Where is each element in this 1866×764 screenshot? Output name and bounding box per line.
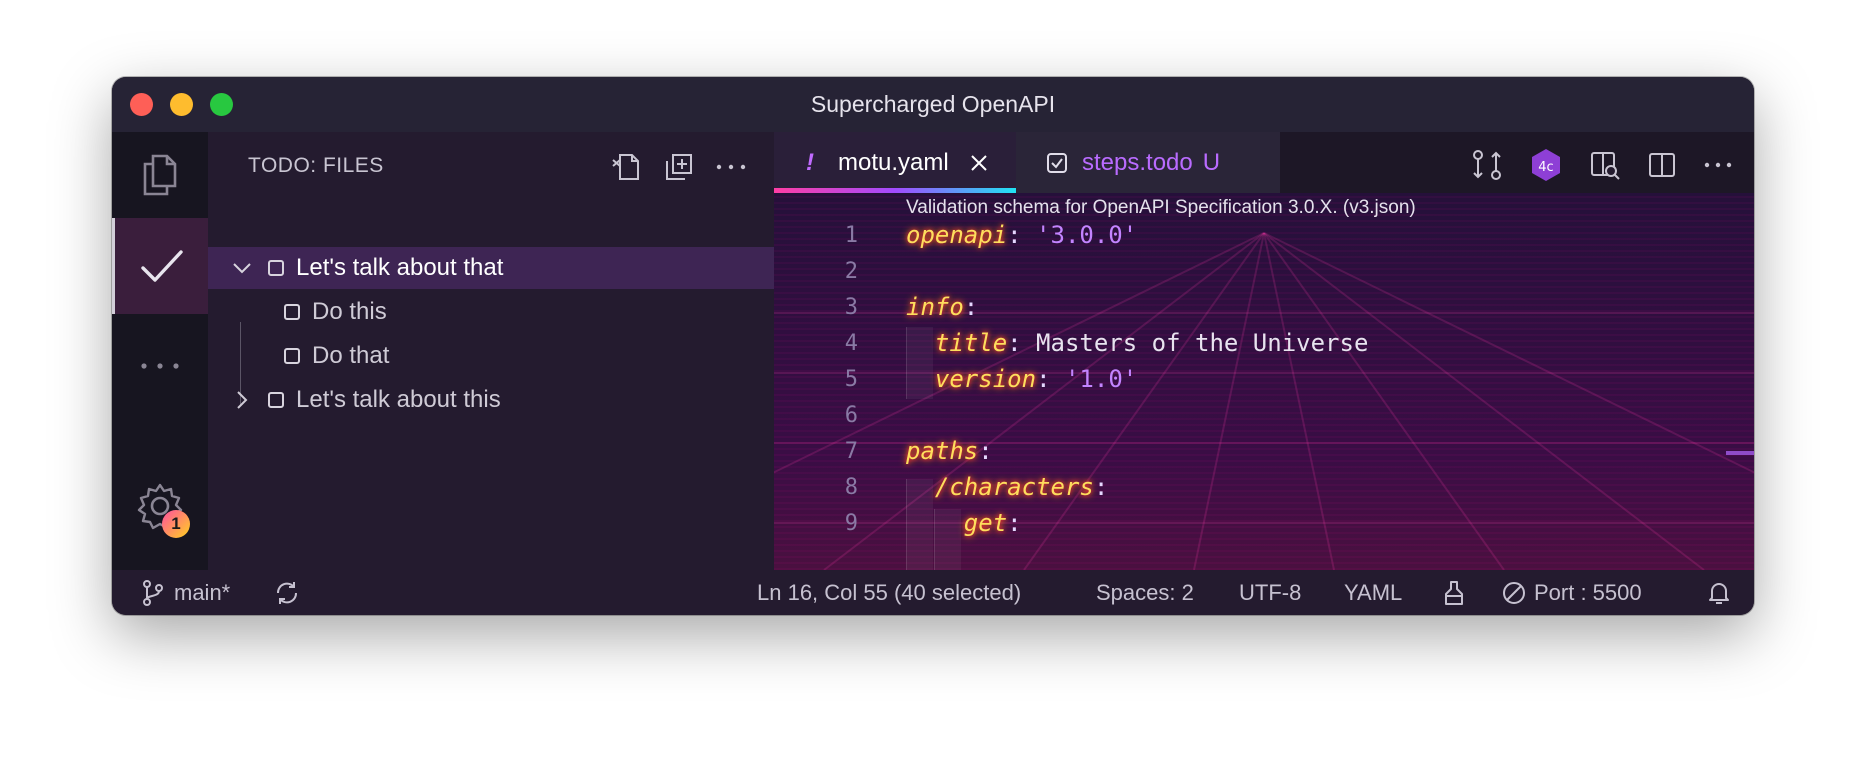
svg-text:4c: 4c xyxy=(1538,160,1553,175)
tab-steps-todo[interactable]: steps.todo U xyxy=(1016,132,1280,193)
notifications-button[interactable] xyxy=(1708,570,1730,615)
collapse-icon[interactable] xyxy=(664,152,694,182)
tree-item[interactable]: Let's talk about this xyxy=(208,379,774,421)
status-bar: main* Ln 16, Col 55 (40 selected) Spaces… xyxy=(112,570,1754,615)
tree-item-label: Let's talk about that xyxy=(296,254,504,281)
explorer-icon xyxy=(143,154,177,196)
code-editor[interactable]: Validation schema for OpenAPI Specificat… xyxy=(774,193,1754,570)
check-icon xyxy=(140,250,183,282)
line-number: 2 xyxy=(844,258,858,284)
app-window: Supercharged OpenAPI 1 TODO: FILES Let's… xyxy=(112,77,1754,615)
line-number: 1 xyxy=(844,222,858,248)
more-icon xyxy=(141,363,179,369)
sidebar-title: TODO: FILES xyxy=(248,154,384,177)
explorer-button[interactable] xyxy=(112,132,208,218)
tab-label: motu.yaml xyxy=(838,148,949,176)
checkbox[interactable] xyxy=(268,260,284,276)
bell-icon xyxy=(1709,582,1729,604)
format-button[interactable] xyxy=(1442,570,1466,615)
editor-area: ! motu.yaml steps.todo U 4c Validation s… xyxy=(774,132,1754,570)
sidebar-actions xyxy=(610,152,746,182)
line-number: 8 xyxy=(844,474,858,500)
sync-icon xyxy=(276,581,298,604)
todo-view-button[interactable] xyxy=(112,218,208,314)
line-number: 9 xyxy=(844,510,858,536)
code-line: 4 title: Masters of the Universe xyxy=(774,325,1369,361)
minimize-window-button[interactable] xyxy=(170,93,193,116)
line-number: 4 xyxy=(844,330,858,356)
tab-bar: ! motu.yaml steps.todo U 4c xyxy=(774,132,1754,193)
split-editor-icon[interactable] xyxy=(1648,151,1676,179)
tree-item-label: Do this xyxy=(312,298,387,325)
no-port-icon xyxy=(1503,581,1525,604)
more-views-button[interactable] xyxy=(112,336,208,396)
live-server-status[interactable]: Port : 5500 xyxy=(1502,570,1642,615)
tree-item-label: Let's talk about this xyxy=(296,386,501,413)
line-content: get: xyxy=(963,509,1022,537)
line-content: info: xyxy=(906,293,979,321)
checkbox[interactable] xyxy=(284,304,300,320)
tab-label: steps.todo xyxy=(1082,148,1193,176)
cursor-position[interactable]: Ln 16, Col 55 (40 selected) xyxy=(757,570,1021,615)
code-line: 6 xyxy=(774,397,858,433)
language-mode[interactable]: YAML xyxy=(1344,570,1402,615)
branch-status[interactable]: main* xyxy=(142,570,230,615)
tree-item-label: Do that xyxy=(312,342,390,369)
tab-motu-yaml[interactable]: ! motu.yaml xyxy=(774,132,1016,193)
tree-item[interactable]: Let's talk about that xyxy=(208,247,774,289)
port-label: Port : 5500 xyxy=(1534,579,1642,605)
code-line: 5 version: '1.0' xyxy=(774,361,1137,397)
line-number: 5 xyxy=(844,366,858,392)
chevron-down-icon xyxy=(233,263,251,274)
line-content: paths: xyxy=(906,437,993,465)
branch-name: main* xyxy=(174,579,231,605)
encoding-status[interactable]: UTF-8 xyxy=(1239,570,1301,615)
new-file-icon[interactable] xyxy=(610,152,642,182)
close-window-button[interactable] xyxy=(130,93,153,116)
sidebar-header: TODO: FILES xyxy=(208,132,774,202)
title-bar: Supercharged OpenAPI xyxy=(112,77,1754,132)
more-actions-icon[interactable] xyxy=(1704,161,1732,169)
indentation-status[interactable]: Spaces: 2 xyxy=(1096,570,1194,615)
settings-badge: 1 xyxy=(162,510,190,538)
tab-warning-marker: ! xyxy=(806,148,814,176)
ellipsis-icon[interactable] xyxy=(716,163,746,171)
format-icon xyxy=(1445,580,1463,605)
close-icon[interactable] xyxy=(969,153,989,173)
compare-icon[interactable] xyxy=(1472,149,1502,181)
code-line: 8 /characters: xyxy=(774,469,1109,505)
line-number: 6 xyxy=(844,402,858,428)
line-content: version: '1.0' xyxy=(934,365,1138,393)
window-title: Supercharged OpenAPI xyxy=(810,91,1056,117)
editor-actions: 4c xyxy=(1472,148,1732,182)
code-line: 3 info: xyxy=(774,289,979,325)
extension-icon[interactable]: 4c xyxy=(1530,148,1562,182)
open-preview-icon[interactable] xyxy=(1590,150,1620,180)
sync-button[interactable] xyxy=(274,570,300,615)
checkbox[interactable] xyxy=(284,348,300,364)
line-number: 7 xyxy=(844,438,858,464)
line-content: /characters: xyxy=(934,473,1109,501)
branch-icon xyxy=(143,579,163,606)
tree-item[interactable]: Do this xyxy=(208,291,774,333)
activity-bar: 1 xyxy=(112,132,208,570)
schema-breadcrumb: Validation schema for OpenAPI Specificat… xyxy=(906,197,1416,218)
todo-sidebar: TODO: FILES Let's talk about that Do thi… xyxy=(208,132,774,570)
tree-item[interactable]: Do that xyxy=(208,335,774,377)
code-line: 1 openapi: '3.0.0' xyxy=(774,217,1137,253)
code-line: 7 paths: xyxy=(774,433,993,469)
line-number: 3 xyxy=(844,294,858,320)
manage-button[interactable]: 1 xyxy=(112,470,208,542)
checkbox[interactable] xyxy=(268,392,284,408)
untracked-marker: U xyxy=(1202,148,1221,176)
code-line: 2 xyxy=(774,253,858,289)
line-content: title: Masters of the Universe xyxy=(934,329,1369,357)
code-line: 9 get: xyxy=(774,505,1022,541)
line-content: openapi: '3.0.0' xyxy=(906,221,1138,249)
zoom-window-button[interactable] xyxy=(210,93,233,116)
scrollbar-marker[interactable] xyxy=(1726,451,1754,455)
chevron-right-icon xyxy=(237,391,248,409)
todo-icon xyxy=(1047,152,1067,173)
window-controls xyxy=(130,93,233,116)
